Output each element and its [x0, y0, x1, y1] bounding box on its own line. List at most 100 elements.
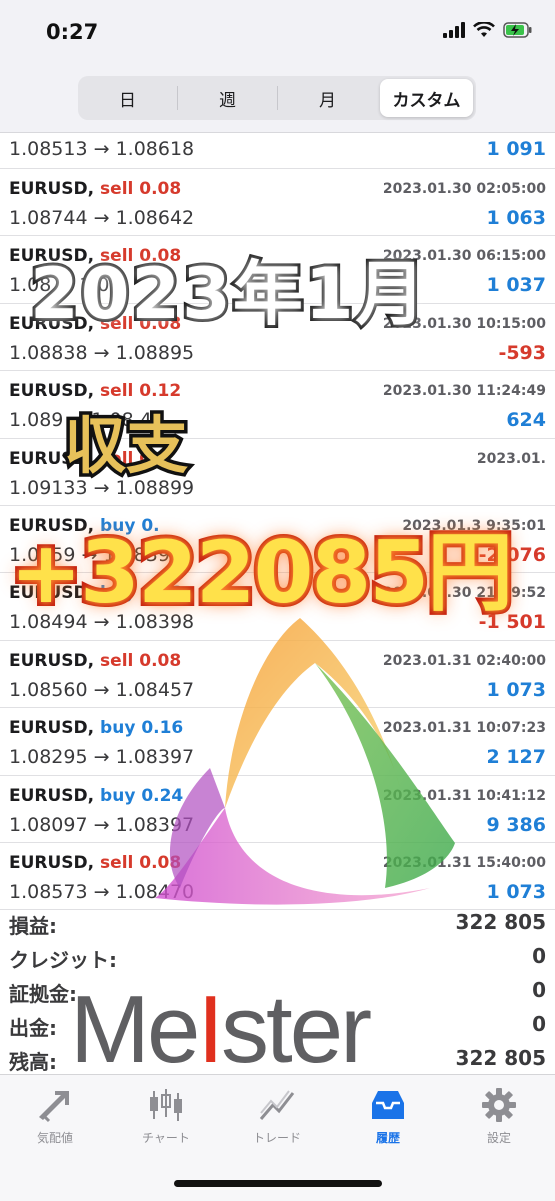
- trade-row[interactable]: EURUSD, sell 0.08 2023.01.30 06:15:00 1.08…: [0, 236, 555, 304]
- segment-custom[interactable]: カスタム: [380, 79, 473, 117]
- trade-prices: 1.08494 → 1.08398: [9, 611, 195, 634]
- summary-label: クレジット:: [9, 948, 117, 972]
- gear-icon: [482, 1088, 516, 1122]
- trade-profit: 1 037: [486, 274, 547, 297]
- trade-side-volume: sell 0.12: [100, 381, 182, 402]
- trade-row[interactable]: EURUSD, sell 0.08 2023.01.31 15:40:00 1.08…: [0, 843, 555, 911]
- trade-row[interactable]: EURUSD, sell 0.08 2023.01.30 02:05:00 1.08…: [0, 169, 555, 237]
- trade-symbol: EURUSD, buy 0.12: [9, 583, 183, 603]
- period-segmented-control: 日 週 月 カスタム: [78, 76, 476, 120]
- summary-label: 残高:: [9, 1050, 57, 1074]
- trade-profit: -593: [498, 341, 546, 364]
- trade-datetime: 2023.01.31 15:40:00: [382, 854, 546, 871]
- trade-symbol: EURUSD, sell 0.08: [9, 314, 181, 334]
- summary-label: 損益:: [9, 914, 57, 938]
- segment-divider: [177, 86, 178, 110]
- symbol-name: EURUSD,: [9, 313, 95, 334]
- symbol-name: EURUSD,: [9, 246, 95, 267]
- trade-side-volume: buy 0.24: [100, 785, 184, 806]
- trade-prices: 1.08560 → 1.08457: [9, 678, 195, 701]
- trade-datetime: 2023.01.30 06:15:00: [382, 248, 546, 265]
- tab-label: 気配値: [36, 1131, 73, 1145]
- summary-value: 0: [532, 978, 546, 1002]
- trade-symbol: EURUSD, buy 0.16: [9, 718, 183, 738]
- trade-profit: 9 386: [486, 813, 547, 836]
- segment-month[interactable]: 月: [281, 79, 374, 117]
- trade-datetime: 2023.01.30 02:05:00: [382, 181, 546, 197]
- symbol-name: EURUSD,: [9, 515, 95, 536]
- symbol-name: EURUSD,: [9, 852, 95, 873]
- trade-row[interactable]: 1.08513 → 1.08618 1 091: [0, 132, 555, 169]
- candlestick-chart-icon: [150, 1089, 182, 1121]
- symbol-name: EURUSD,: [9, 650, 95, 671]
- trade-symbol: EURUSD, sell 0.08: [9, 853, 181, 873]
- trade-row[interactable]: EURUSD, buy 0.12 2023.01.30 21:09:52 1.084…: [0, 573, 555, 641]
- tab-label: チャート: [142, 1131, 190, 1145]
- trade-row[interactable]: EURUSD, buy 0.16 2023.01.31 10:07:23 1.082…: [0, 708, 555, 776]
- trade-side-volume: buy 0.: [100, 515, 160, 536]
- signal-icon: [443, 22, 465, 38]
- trade-symbol: EURUSD, sell 0.08: [9, 246, 181, 266]
- status-time: 0:27: [46, 20, 99, 44]
- trade-side-volume: sell 0.08: [100, 650, 182, 671]
- segment-week[interactable]: 週: [181, 79, 274, 117]
- period-segment-bar: 日 週 月 カスタム: [0, 70, 555, 133]
- trade-prices: 1.08097 → 1.08397: [9, 813, 195, 836]
- trade-side-volume: sell 0.08: [100, 852, 182, 873]
- trade-profit: -2 076: [478, 543, 546, 566]
- tab-trade[interactable]: トレード: [227, 1087, 327, 1146]
- history-tray-icon: [372, 1091, 404, 1119]
- trade-row[interactable]: EURUSD, buy 0. 2023.01.3 9:35:01 1.0859 → …: [0, 506, 555, 574]
- summary-credit-row: クレジット: 0: [0, 940, 555, 974]
- trade-prices: 1.0859 → 1.08399: [9, 543, 183, 566]
- symbol-name: EURUSD,: [9, 785, 95, 806]
- trade-profit: 1 073: [486, 678, 547, 701]
- trade-prices: 1.089 → 1.08 4: [9, 409, 152, 432]
- trade-side-volume: buy 0.12: [100, 583, 184, 604]
- trade-profit: 1 091: [486, 138, 547, 160]
- segment-divider: [277, 86, 278, 110]
- trade-datetime: 2023.01.: [476, 450, 546, 467]
- trade-prices: 1.08573 → 1.08470: [9, 880, 195, 903]
- tab-settings[interactable]: 設定: [449, 1087, 549, 1146]
- summary-label: 出金:: [9, 1016, 57, 1040]
- trade-side-volume: sell 0.: [100, 448, 158, 469]
- tab-chart[interactable]: チャート: [116, 1087, 216, 1146]
- tab-history[interactable]: 履歴: [338, 1087, 438, 1146]
- trade-prices: 1.08513 → 1.08618: [9, 138, 195, 160]
- summary-value: 322 805: [455, 910, 546, 934]
- summary-balance-row: 残高: 322 805: [0, 1042, 555, 1076]
- home-indicator: [174, 1180, 382, 1187]
- trade-row[interactable]: EURUSD, buy 0.24 2023.01.31 10:41:12 1.080…: [0, 776, 555, 843]
- trade-symbol: EURUSD, sell 0.08: [9, 651, 181, 671]
- segment-day[interactable]: 日: [81, 79, 174, 117]
- summary-label: 証拠金:: [9, 982, 77, 1006]
- symbol-name: EURUSD,: [9, 179, 95, 199]
- trade-row[interactable]: EURUSD, sell 0.08 2023.01.30 10:15:00 1.08…: [0, 304, 555, 372]
- account-summary: 損益: 322 805 クレジット: 0 証拠金: 0 出金: 0 残高: 32…: [0, 906, 555, 1076]
- trade-symbol: EURUSD, sell 0.08: [9, 179, 181, 199]
- trade-datetime: 2023.01.30 21:09:52: [382, 585, 546, 602]
- trade-row[interactable]: EURUSD, sell 0.12 2023.01.30 11:24:49 1.08…: [0, 371, 555, 439]
- trade-side-volume: sell 0.08: [100, 313, 182, 334]
- summary-value: 0: [532, 1012, 546, 1036]
- tab-label: 履歴: [375, 1131, 400, 1145]
- tab-quotes[interactable]: 気配値: [5, 1087, 105, 1146]
- trade-symbol: EURUSD, sell 0.12: [9, 381, 181, 401]
- trade-datetime: 2023.01.30 11:24:49: [382, 383, 546, 400]
- symbol-name: EURUSD,: [9, 448, 95, 469]
- trade-symbol: EURUSD, buy 0.24: [9, 786, 183, 806]
- trade-prices: 1.08744 → 1.08642: [9, 207, 195, 229]
- trade-profit: -1 501: [478, 611, 546, 634]
- trade-symbol: EURUSD, sell 0.: [9, 449, 158, 469]
- symbol-name: EURUSD,: [9, 583, 95, 604]
- trade-side-volume: buy 0.16: [100, 718, 184, 739]
- summary-deposit-row: 証拠金: 0: [0, 974, 555, 1008]
- summary-profit-row: 損益: 322 805: [0, 906, 555, 940]
- trade-profit: 2 127: [486, 746, 547, 769]
- trade-row[interactable]: EURUSD, sell 0.08 2023.01.31 02:40:00 1.08…: [0, 641, 555, 709]
- trade-symbol: EURUSD, buy 0.: [9, 516, 160, 536]
- summary-value: 322 805: [455, 1046, 546, 1070]
- trade-row[interactable]: EURUSD, sell 0. 2023.01. 1.09133 → 1.08899: [0, 439, 555, 506]
- trade-line-icon: [259, 1090, 295, 1120]
